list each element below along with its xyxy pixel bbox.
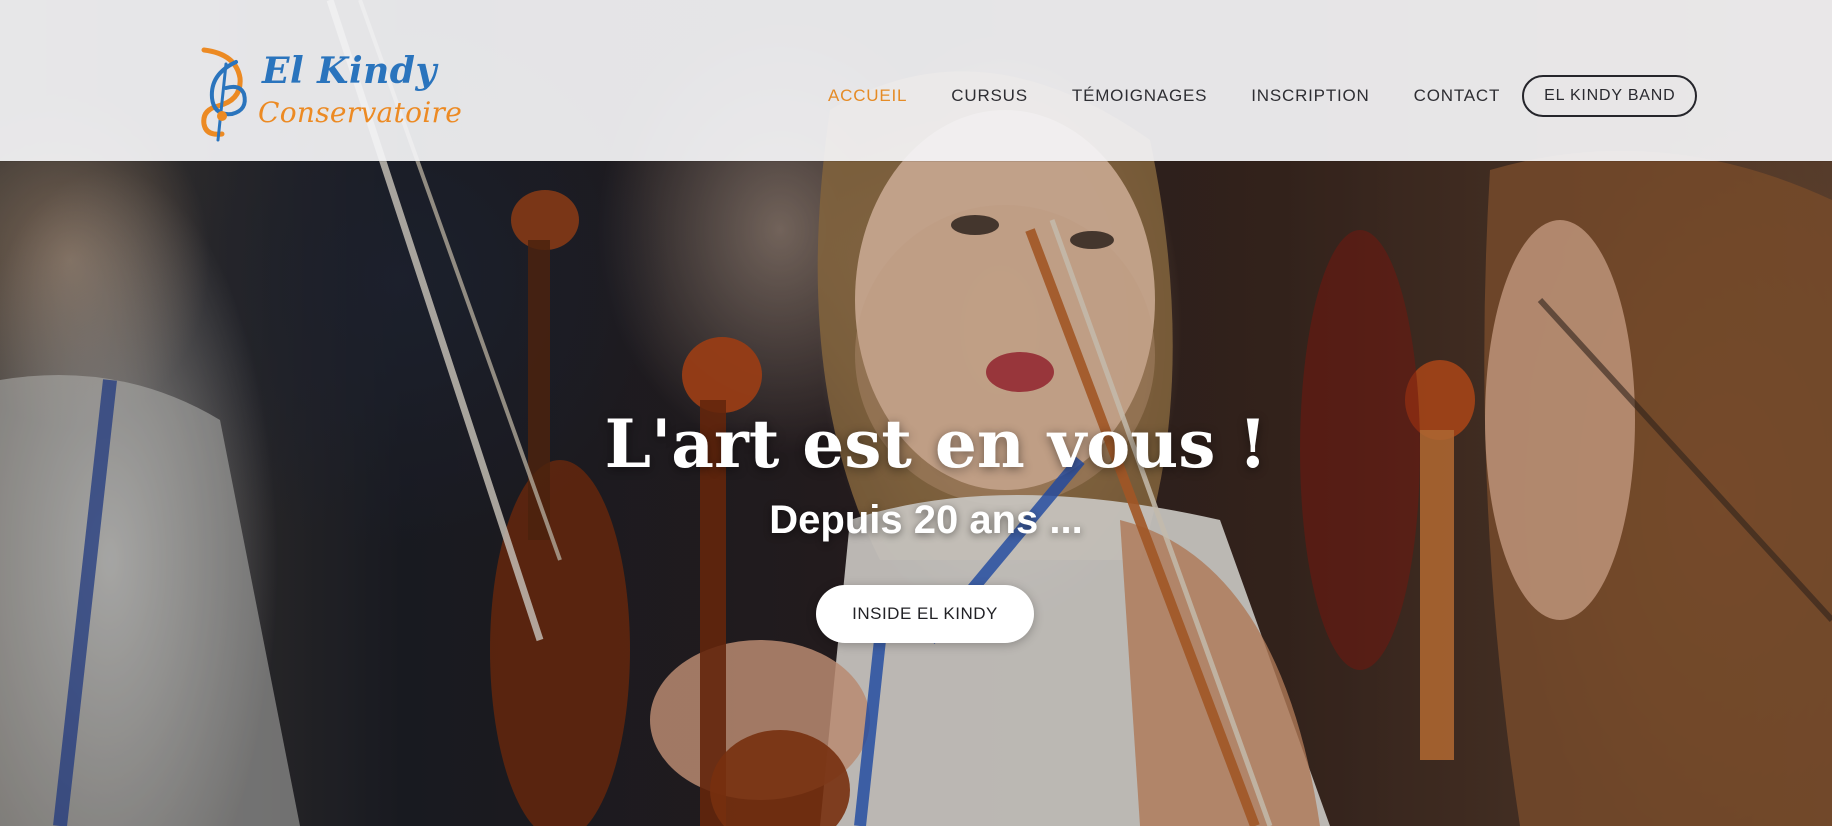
logo-subtitle: Conservatoire xyxy=(258,96,463,129)
treble-clef-icon xyxy=(201,47,247,142)
site-logo[interactable]: El Kindy Conservatoire xyxy=(196,44,462,144)
nav-item-inscription[interactable]: INSCRIPTION xyxy=(1251,86,1369,106)
nav-item-accueil[interactable]: ACCUEIL xyxy=(828,86,907,106)
nav-item-contact[interactable]: CONTACT xyxy=(1414,86,1501,106)
main-navigation: ACCUEIL CURSUS TÉMOIGNAGES INSCRIPTION C… xyxy=(828,72,1698,120)
page: El Kindy Conservatoire ACCUEIL CURSUS TÉ… xyxy=(0,0,1832,826)
logo-title: El Kindy xyxy=(262,50,437,92)
inside-el-kindy-button[interactable]: INSIDE EL KINDY xyxy=(816,585,1034,643)
hero-title: L'art est en vous ! xyxy=(604,405,1268,483)
nav-item-temoignages[interactable]: TÉMOIGNAGES xyxy=(1072,86,1207,106)
el-kindy-band-button[interactable]: EL KINDY BAND xyxy=(1522,75,1698,117)
site-header: El Kindy Conservatoire ACCUEIL CURSUS TÉ… xyxy=(0,0,1832,161)
nav-item-cursus[interactable]: CURSUS xyxy=(951,86,1028,106)
hero-subtitle: Depuis 20 ans ... xyxy=(769,498,1083,542)
